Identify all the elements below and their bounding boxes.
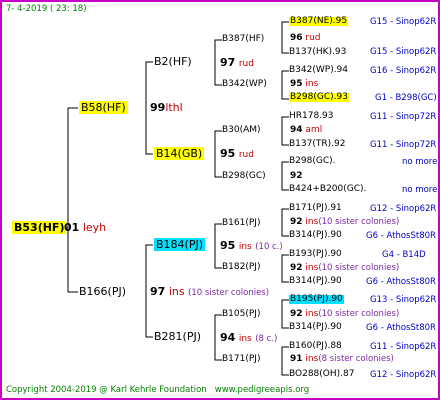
gen4-c1-left[interactable]: B171(PJ).91 bbox=[289, 204, 342, 213]
gen4-d1-left[interactable]: B195(PJ).90 bbox=[289, 295, 344, 304]
origin-label: G11 - Sinop72R bbox=[370, 112, 437, 122]
gen4-d1-right[interactable]: B314(PJ).90 bbox=[289, 323, 342, 332]
gen4-c2-rating: 92 ins(10 sister colonies) bbox=[290, 263, 400, 273]
gen1-bottom-name[interactable]: B166(PJ) bbox=[79, 286, 126, 297]
gen3-b1-name[interactable]: B30(AM) bbox=[222, 126, 261, 135]
origin-label: no more bbox=[402, 185, 438, 195]
gen1-top-rating: 99lthl bbox=[150, 101, 183, 114]
header-date: 7- 4-2019 ( 23: 18) bbox=[6, 4, 87, 14]
gen1-top-name[interactable]: B58(HF) bbox=[79, 101, 128, 114]
origin-label: G6 - AthosSt80R bbox=[366, 277, 436, 287]
gen4-d2-rating: 91 ins(8 sister colonies) bbox=[290, 354, 394, 364]
gen2-d-rating: 94 ins (8 c.) bbox=[220, 331, 278, 344]
gen4-a1-rating: 96 rud bbox=[290, 33, 321, 43]
gen4-a2-right[interactable]: B298(GC).93 bbox=[289, 93, 349, 102]
gen4-a1-right[interactable]: B137(HK).93 bbox=[289, 48, 346, 57]
origin-label: G4 - B14D bbox=[382, 250, 426, 260]
gen4-c2-left[interactable]: B193(PJ).90 bbox=[289, 250, 342, 259]
gen4-d1-rating: 92 ins(10 sister colonies) bbox=[290, 309, 400, 319]
gen4-b2-right[interactable]: B424+B200(GC). bbox=[289, 185, 366, 194]
origin-label: G6 - AthosSt80R bbox=[366, 231, 436, 241]
origin-label: G12 - Sinop62R bbox=[370, 204, 437, 214]
footer-copyright: Copyright 2004-2019 @ Karl Kehrle Founda… bbox=[6, 385, 310, 395]
gen4-c1-rating: 92 ins(10 sister colonies) bbox=[290, 217, 400, 227]
origin-label: G16 - Sinop62R bbox=[370, 66, 437, 76]
gen3-a2-name[interactable]: B342(WP) bbox=[222, 80, 267, 89]
origin-label: G11 - Sinop62R bbox=[370, 342, 437, 352]
origin-label: G12 - Sinop62R bbox=[370, 370, 437, 380]
queen-root-rating-block: 01 leyh bbox=[64, 221, 107, 234]
gen4-c1-right[interactable]: B314(PJ).90 bbox=[289, 231, 342, 240]
gen2-b-rating: 95 rud bbox=[220, 147, 254, 160]
footer-url[interactable]: www.pedigreeapis.org bbox=[215, 385, 309, 395]
gen2-a-name[interactable]: B2(HF) bbox=[154, 56, 192, 67]
origin-label: G15 - Sinop62R bbox=[370, 17, 437, 27]
gen4-b1-left[interactable]: HR178.93 bbox=[289, 112, 334, 121]
origin-label: G15 - Sinop62R bbox=[370, 47, 437, 57]
gen1-bottom-rating: 97 ins (10 sister colonies) bbox=[150, 285, 270, 298]
gen4-b2-left[interactable]: B298(GC). bbox=[289, 157, 336, 166]
gen4-b1-rating: 94 aml bbox=[290, 125, 323, 135]
queen-root-name[interactable]: B53(HF) bbox=[12, 221, 67, 234]
gen3-d2-name[interactable]: B171(PJ) bbox=[222, 355, 260, 364]
origin-label: G13 - Sinop62R bbox=[370, 295, 437, 305]
gen2-b-name[interactable]: B14(GB) bbox=[154, 147, 205, 160]
gen2-a-rating: 97 rud bbox=[220, 56, 254, 69]
gen4-d2-left[interactable]: B160(PJ).88 bbox=[289, 342, 342, 351]
gen3-c2-name[interactable]: B182(PJ) bbox=[222, 263, 260, 272]
origin-label: G1 - B298(GC) bbox=[375, 93, 437, 103]
origin-label: G6 - AthosSt80R bbox=[366, 323, 436, 333]
gen3-b2-name[interactable]: B298(GC) bbox=[222, 172, 266, 181]
gen4-b2-rating: 92 bbox=[290, 171, 303, 181]
gen2-c-rating: 95 ins (10 c.) bbox=[220, 239, 283, 252]
gen4-b1-right[interactable]: B137(TR).92 bbox=[289, 140, 345, 149]
origin-label: no more bbox=[402, 157, 438, 167]
gen2-c-name[interactable]: B184(PJ) bbox=[154, 238, 206, 251]
gen3-c1-name[interactable]: B161(PJ) bbox=[222, 219, 260, 228]
gen4-a1-left[interactable]: B387(NE).95 bbox=[289, 17, 349, 26]
gen4-d2-right[interactable]: BO288(OH).87 bbox=[289, 370, 354, 379]
gen4-a2-left[interactable]: B342(WP).94 bbox=[289, 66, 348, 75]
gen4-c2-right[interactable]: B314(PJ).90 bbox=[289, 277, 342, 286]
gen3-d1-name[interactable]: B105(PJ) bbox=[222, 310, 260, 319]
origin-label: G11 - Sinop72R bbox=[370, 140, 437, 150]
gen3-a1-name[interactable]: B387(HF) bbox=[222, 35, 264, 44]
gen4-a2-rating: 95 ins bbox=[290, 79, 319, 89]
gen2-d-name[interactable]: B281(PJ) bbox=[154, 331, 201, 342]
